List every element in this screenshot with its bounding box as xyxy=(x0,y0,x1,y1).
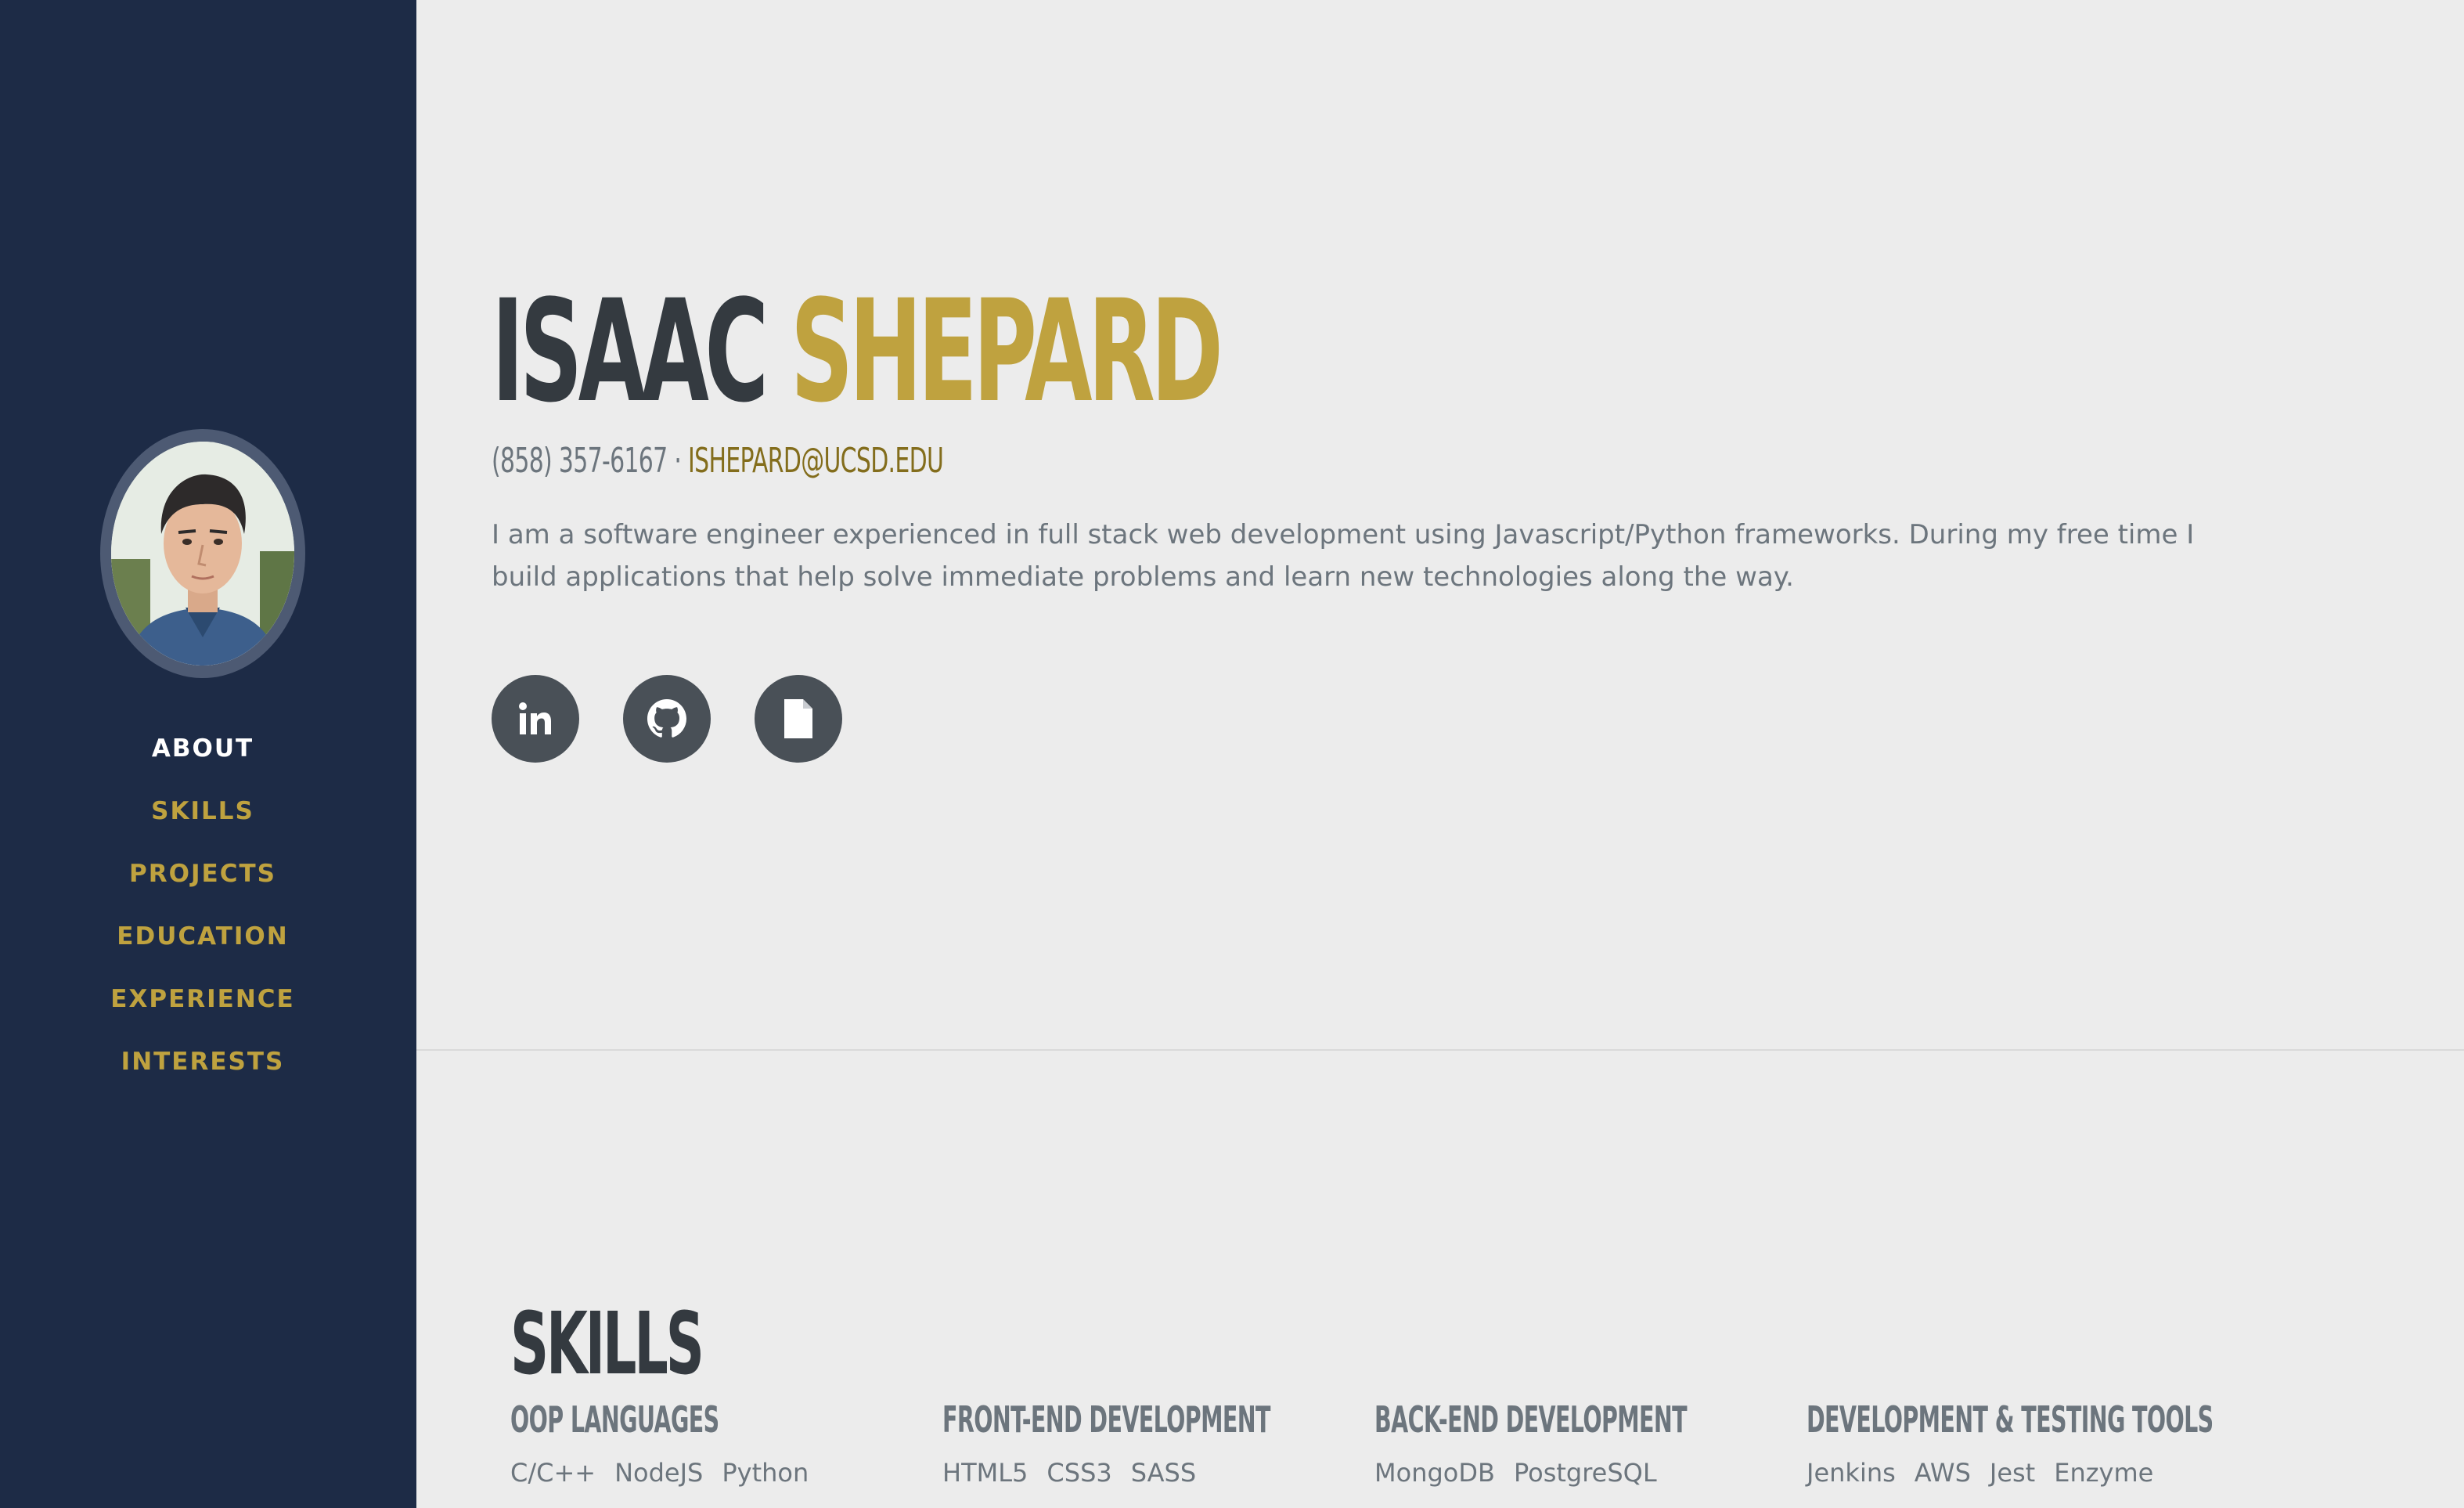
skill-item: CSS3 xyxy=(1046,1458,1112,1488)
page-title: ISAAC SHEPARD xyxy=(492,282,1559,423)
contact-separator: · xyxy=(674,441,682,481)
github-icon xyxy=(647,699,686,738)
profile-photo xyxy=(111,442,294,666)
nav-item-interests: INTERESTS xyxy=(0,1030,405,1093)
skill-column: FRONT-END DEVELOPMENT HTML5 CSS3 SASS xyxy=(942,1395,1374,1488)
skill-item: Enzyme xyxy=(2054,1458,2154,1488)
skill-item: NodeJS xyxy=(614,1458,704,1488)
nav-item-skills: SKILLS xyxy=(0,780,405,842)
skill-column: BACK-END DEVELOPMENT MongoDB PostgreSQL xyxy=(1374,1395,1807,1488)
nav-item-projects: PROJECTS xyxy=(0,842,405,905)
skills-section: SKILLS OOP LANGUAGES C/C++ NodeJS Python… xyxy=(510,1300,2311,1488)
nav-link-interests[interactable]: INTERESTS xyxy=(121,1048,285,1076)
skill-column: DEVELOPMENT & TESTING TOOLS Jenkins AWS … xyxy=(1807,1395,2239,1488)
avatar xyxy=(111,442,294,666)
nav-item-education: EDUCATION xyxy=(0,905,405,968)
skill-item: MongoDB xyxy=(1374,1458,1495,1488)
skill-item: HTML5 xyxy=(942,1458,1028,1488)
skill-column-title: FRONT-END DEVELOPMENT xyxy=(942,1398,1270,1441)
nav-item-about: ABOUT xyxy=(0,717,405,780)
nav-item-experience: EXPERIENCE xyxy=(0,968,405,1030)
nav-link-skills[interactable]: SKILLS xyxy=(151,797,254,825)
nav-link-about[interactable]: ABOUT xyxy=(152,734,254,763)
about-section: ISAAC SHEPARD (858) 357-6167 · ISHEPARD@… xyxy=(492,282,2214,763)
skill-item: AWS xyxy=(1914,1458,1971,1488)
social-links xyxy=(492,675,2214,763)
skill-item: SASS xyxy=(1130,1458,1197,1488)
sidebar: ABOUT SKILLS PROJECTS EDUCATION EXPERIEN… xyxy=(0,0,416,1508)
skill-column-title: BACK-END DEVELOPMENT xyxy=(1374,1398,1688,1441)
sidebar-nav: ABOUT SKILLS PROJECTS EDUCATION EXPERIEN… xyxy=(0,717,405,1093)
skill-item: Python xyxy=(722,1458,809,1488)
skill-list: HTML5 CSS3 SASS xyxy=(942,1458,1374,1488)
skill-list: Jenkins AWS Jest Enzyme xyxy=(1807,1458,2239,1488)
github-button[interactable] xyxy=(623,675,711,763)
section-divider xyxy=(416,1049,2464,1051)
skills-heading: SKILLS xyxy=(510,1293,704,1394)
avatar-frame xyxy=(100,429,305,678)
phone-number: (858) 357-6167 xyxy=(492,441,668,481)
skill-list: MongoDB PostgreSQL xyxy=(1374,1458,1807,1488)
skill-item: C/C++ xyxy=(510,1458,596,1488)
skill-list: C/C++ NodeJS Python xyxy=(510,1458,942,1488)
bio-text: I am a software engineer experienced in … xyxy=(492,519,2195,593)
first-name: ISAAC xyxy=(492,270,769,434)
skill-columns: OOP LANGUAGES C/C++ NodeJS Python FRONT-… xyxy=(510,1395,2311,1488)
nav-link-education[interactable]: EDUCATION xyxy=(117,922,288,951)
main-content: ISAAC SHEPARD (858) 357-6167 · ISHEPARD@… xyxy=(416,0,2464,1508)
linkedin-button[interactable] xyxy=(492,675,579,763)
email-link[interactable]: ISHEPARD@UCSD.EDU xyxy=(688,441,944,481)
skill-column-title: OOP LANGUAGES xyxy=(510,1398,719,1441)
skill-column-title: DEVELOPMENT & TESTING TOOLS xyxy=(1807,1398,2214,1441)
skill-item: PostgreSQL xyxy=(1513,1458,1657,1488)
skill-item: Jest xyxy=(1989,1458,2036,1488)
nav-link-experience[interactable]: EXPERIENCE xyxy=(110,985,294,1013)
document-icon xyxy=(784,699,812,738)
skill-item: Jenkins xyxy=(1807,1458,1896,1488)
resume-button[interactable] xyxy=(755,675,842,763)
last-name: SHEPARD xyxy=(790,270,1223,434)
contact-line: (858) 357-6167 · ISHEPARD@UCSD.EDU xyxy=(492,440,1662,482)
linkedin-icon xyxy=(519,702,551,734)
nav-link-projects[interactable]: PROJECTS xyxy=(129,860,276,888)
skill-column: OOP LANGUAGES C/C++ NodeJS Python xyxy=(510,1395,942,1488)
